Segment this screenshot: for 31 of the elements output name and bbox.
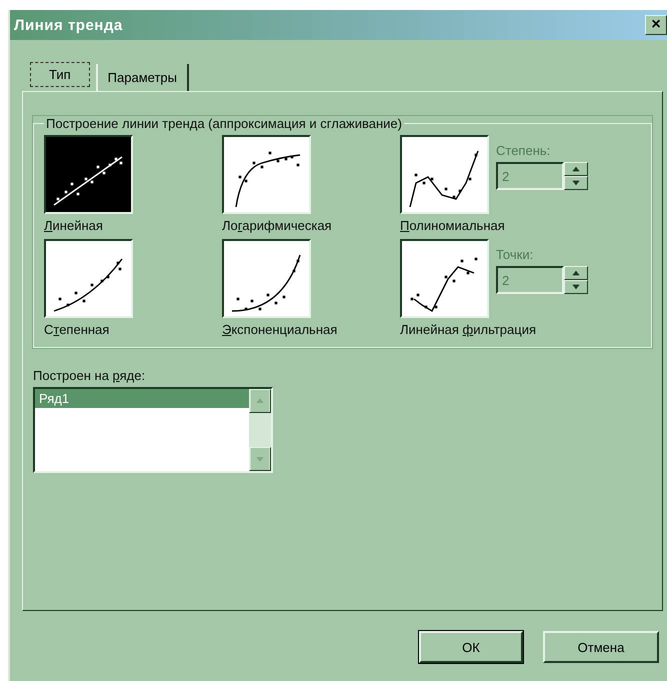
trend-type-button[interactable] bbox=[44, 239, 133, 318]
series-list[interactable]: Ряд1 bbox=[33, 387, 273, 473]
trend-type-button[interactable] bbox=[222, 135, 311, 214]
series-item[interactable]: Ряд1 bbox=[35, 389, 249, 408]
tab[interactable]: Параметры bbox=[96, 64, 189, 91]
spin-up-icon[interactable] bbox=[564, 266, 588, 280]
close-button[interactable]: × bbox=[645, 15, 667, 35]
trend-type-button[interactable] bbox=[400, 135, 489, 214]
trend-type-label: Экспоненциальная bbox=[222, 322, 338, 337]
scroll-down-icon[interactable] bbox=[249, 447, 271, 471]
spin-down-icon[interactable] bbox=[564, 176, 588, 190]
scroll-up-icon[interactable] bbox=[249, 389, 271, 413]
dialog-button[interactable]: Отмена bbox=[543, 631, 659, 663]
trend-type-button[interactable] bbox=[400, 239, 489, 318]
trend-type-label: Полиномиальная bbox=[400, 218, 505, 233]
series-label: Построен на ряде: bbox=[33, 368, 146, 383]
spinner-label: Степень: bbox=[496, 143, 552, 158]
trend-type-label: Степенная bbox=[44, 322, 110, 337]
spinner-label: Точки: bbox=[496, 247, 534, 262]
window-title: Линия тренда bbox=[14, 16, 123, 34]
trend-type-label: Линейная фильтрация bbox=[400, 322, 536, 337]
trend-type-label: Логарифмическая bbox=[222, 218, 332, 233]
spin-down-icon[interactable] bbox=[564, 280, 588, 294]
trend-type-button[interactable] bbox=[44, 135, 133, 214]
trend-type-button[interactable] bbox=[222, 239, 311, 318]
tab[interactable]: Тип bbox=[30, 62, 90, 87]
scrollbar[interactable] bbox=[249, 389, 271, 471]
trend-type-label: Линейная bbox=[44, 218, 103, 233]
spin-up-icon[interactable] bbox=[564, 162, 588, 176]
dialog-button[interactable]: ОК bbox=[419, 631, 523, 663]
group-title: Построение линии тренда (аппроксимация и сглаживание) bbox=[45, 116, 403, 131]
